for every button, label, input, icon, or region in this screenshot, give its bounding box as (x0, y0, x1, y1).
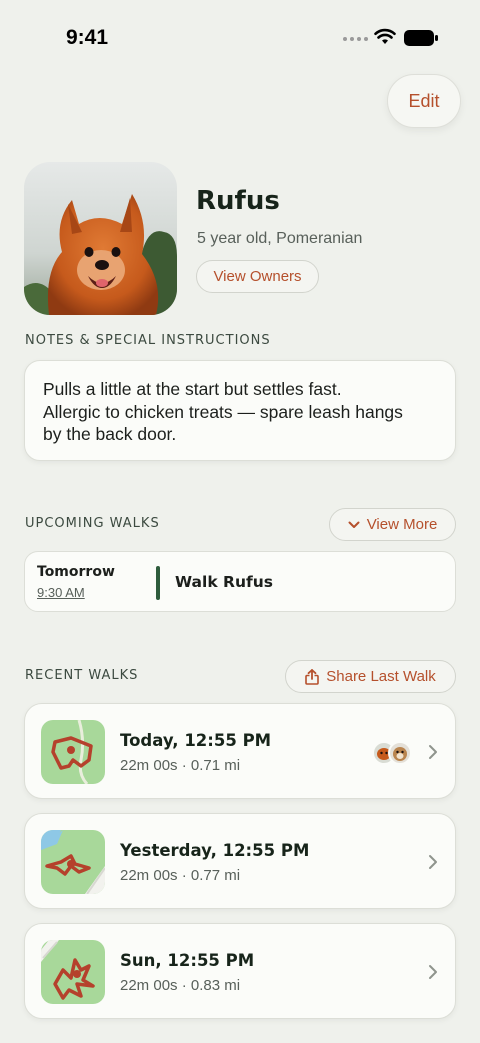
walk-meta: 22m 00s · 0.71 mi (120, 757, 241, 774)
chevron-down-icon (348, 521, 360, 528)
chevron-right-icon (429, 965, 437, 979)
walk-title: Sun, 12:55 PM (120, 951, 255, 970)
walk-map-thumbnail (41, 830, 105, 894)
view-more-button[interactable]: View More (329, 508, 456, 541)
notes-line: Allergic to chicken treats — spare leash… (43, 401, 403, 422)
wifi-icon (374, 28, 396, 44)
walk-meta: 22m 00s · 0.83 mi (120, 977, 241, 994)
status-time: 9:41 (66, 26, 109, 49)
chevron-right-icon (429, 745, 437, 759)
view-more-label: View More (366, 516, 438, 533)
walk-title: Today, 12:55 PM (120, 731, 272, 750)
upcoming-walk-item[interactable]: Tomorrow 9:30 AM Walk Rufus (24, 551, 456, 612)
walker-avatars (372, 741, 412, 765)
signal-icon (343, 37, 368, 41)
dog-description: 5 year old, Pomeranian (197, 230, 363, 247)
upcoming-walk-time[interactable]: 9:30 AM (37, 585, 85, 600)
chevron-right-icon (429, 855, 437, 869)
share-icon (305, 668, 320, 685)
notes-line: Pulls a little at the start but settles … (43, 379, 342, 399)
share-last-walk-button[interactable]: Share Last Walk (285, 660, 456, 693)
walk-map-thumbnail (41, 940, 105, 1004)
recent-walk-item[interactable]: Sun, 12:55 PM 22m 00s · 0.83 mi (24, 923, 456, 1019)
walk-title: Yesterday, 12:55 PM (120, 841, 310, 860)
walk-map-thumbnail (41, 720, 105, 784)
battery-icon (404, 30, 438, 46)
edit-button[interactable]: Edit (387, 74, 461, 128)
recent-walk-item[interactable]: Yesterday, 12:55 PM 22m 00s · 0.77 mi (24, 813, 456, 909)
upcoming-walk-title: Walk Rufus (175, 573, 273, 591)
notes-card: Pulls a little at the start but settles … (24, 360, 456, 461)
share-last-walk-label: Share Last Walk (326, 668, 436, 685)
recent-section-label: RECENT WALKS (25, 668, 139, 683)
view-owners-button[interactable]: View Owners (196, 260, 319, 293)
upcoming-walk-indicator (156, 566, 160, 600)
recent-walk-item[interactable]: Today, 12:55 PM 22m 00s · 0.71 mi (24, 703, 456, 799)
upcoming-walk-day: Tomorrow (37, 564, 115, 580)
upcoming-section-label: UPCOMING WALKS (25, 516, 160, 531)
walk-meta: 22m 00s · 0.77 mi (120, 867, 241, 884)
status-bar: 9:41 (0, 0, 480, 78)
dog-photo (24, 162, 177, 315)
notes-line: by the back door. (43, 424, 177, 444)
notes-section-label: NOTES & SPECIAL INSTRUCTIONS (25, 333, 271, 348)
dog-name: Rufus (196, 186, 280, 216)
